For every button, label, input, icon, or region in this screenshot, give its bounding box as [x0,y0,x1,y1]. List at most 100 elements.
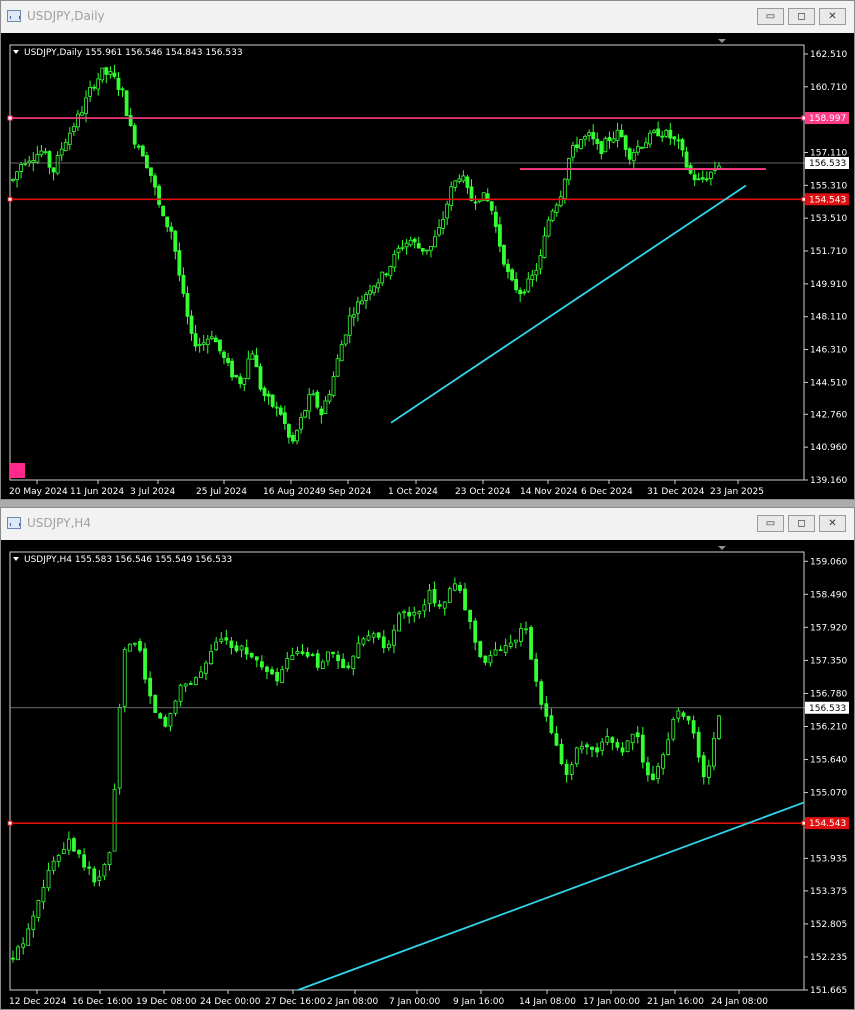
candle-body [320,661,325,670]
candle-body [539,681,544,705]
candle-body [529,626,533,660]
candle-body [61,849,66,855]
candle-body [112,72,117,77]
candle-body [433,236,437,248]
daily-window-titlebar[interactable]: USDJPY,Daily ▭ ◻ ✕ [1,1,854,33]
candle-body [554,204,559,213]
candle-body [648,132,652,145]
x-tick-label: 17 Jan 00:00 [583,997,640,1007]
candle-body [84,97,88,114]
candle-body [282,412,287,424]
minimize-button[interactable]: ▭ [757,8,784,25]
candle-body [140,145,145,157]
candle-body [652,130,656,133]
candle [122,647,127,713]
candle-body [366,635,371,641]
candle-body [229,640,234,648]
candle-body [364,294,368,301]
candle [143,642,147,684]
close-button[interactable]: ✕ [819,515,846,532]
candle-body [656,766,660,780]
candle [447,586,452,603]
y-tick-label: 155.310 [810,181,847,191]
candle-body [92,86,97,89]
y-tick-label: 140.960 [810,443,847,453]
candle-body [469,186,474,201]
close-button[interactable]: ✕ [819,8,846,25]
maximize-button[interactable]: ◻ [788,8,815,25]
candle-body [138,641,142,651]
candle-body [82,854,87,868]
level-handle [7,196,13,202]
candle-body [437,227,441,236]
candle [193,676,198,686]
candle-body [205,338,210,346]
candle-body [234,374,239,378]
candle-body [664,129,669,137]
y-tick-label: 160.710 [810,83,847,93]
candle-body [712,737,716,767]
candle-body [178,684,183,702]
candle-body [295,651,300,655]
candle-body [661,754,666,769]
h4-price-chart[interactable]: USDJPY,H4 155.583 156.546 155.549 156.53… [1,540,854,1009]
candle-body [595,747,600,753]
candle-body [270,669,274,675]
candle-body [402,611,406,614]
candle [550,208,555,223]
candle [157,183,161,208]
candle-body [181,274,186,294]
candle-body [442,601,447,609]
candle-body [315,391,320,408]
candle [603,136,608,153]
chart-background [1,33,854,499]
candle-body [351,314,356,318]
candle-body [76,113,80,128]
x-tick-label: 16 Dec 16:00 [72,997,133,1007]
candle-body [519,628,523,642]
candle-body [149,167,153,176]
candle-body [508,642,513,647]
candle-body [88,86,92,97]
candle-body [518,289,523,295]
x-tick-label: 16 Aug 2024 [263,487,321,497]
x-tick-label: 20 May 2024 [9,487,68,497]
candle-body [285,658,290,669]
candle [127,643,132,652]
daily-price-chart[interactable]: USDJPY,Daily 155.961 156.546 154.843 156… [1,33,854,499]
candle-body [544,703,549,717]
candle-body [80,112,84,116]
candle [117,703,122,795]
x-tick-label: 6 Dec 2024 [581,487,633,497]
y-tick-label: 152.235 [810,953,847,963]
candle [625,739,630,753]
candle-body [280,669,285,684]
candle-body [510,269,514,281]
candle-body [524,628,528,631]
minimize-button[interactable]: ▭ [757,515,784,532]
y-tick-label: 148.110 [810,313,847,323]
candle-body [449,186,454,206]
daily-chart-window: USDJPY,Daily ▭ ◻ ✕ USDJPY,Daily 155.961 … [0,0,855,500]
candle-body [307,394,312,412]
candle-body [265,666,269,672]
candle-body [441,218,445,229]
candle-body [315,653,320,668]
candle-body [668,129,673,139]
candle-body [153,694,158,713]
candle-body [346,665,351,668]
candle-body [31,160,36,163]
x-tick-label: 9 Sep 2024 [320,487,372,497]
candle-body [574,747,579,765]
candle-body [107,852,112,865]
candle-body [656,128,661,137]
h4-window-titlebar[interactable]: USDJPY,H4 ▭ ◻ ✕ [1,508,854,540]
x-tick-label: 19 Dec 08:00 [136,997,197,1007]
candle-body [534,658,539,682]
maximize-button[interactable]: ◻ [788,515,815,532]
candle-body [27,160,32,164]
candle [574,746,579,768]
candle-body [144,155,149,169]
candle-body [327,393,332,402]
candle-body [41,886,46,903]
